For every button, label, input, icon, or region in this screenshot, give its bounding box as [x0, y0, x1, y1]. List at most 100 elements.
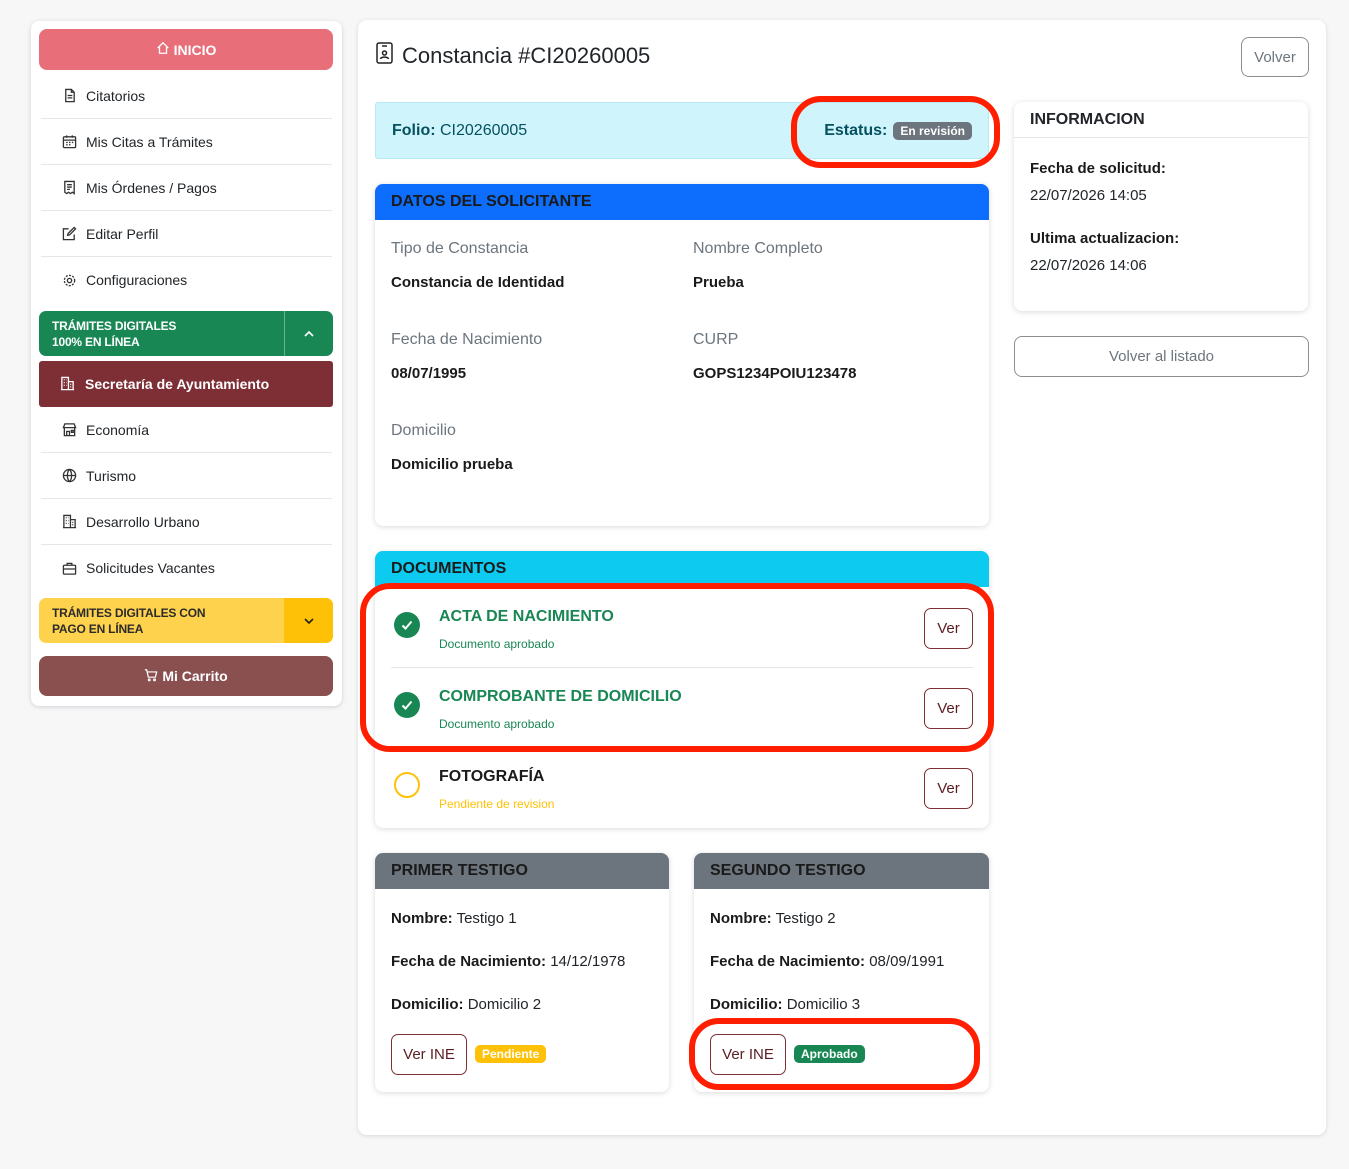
document-row: FOTOGRAFÍA Pendiente de revision Ver	[391, 748, 973, 828]
witness-card-header: SEGUNDO TESTIGO	[694, 853, 989, 889]
document-row: ACTA DE NACIMIENTO Documento aprobado Ve…	[391, 588, 973, 668]
sidebar: INICIO Citatorios Mis Citas a Trámites M…	[31, 21, 342, 706]
witness-name: Nombre: Testigo 2	[710, 910, 836, 927]
witness-name: Nombre: Testigo 1	[391, 910, 517, 927]
sidebar-item-solicitudes-vacantes[interactable]: Solicitudes Vacantes	[41, 545, 332, 591]
id-card-icon	[376, 42, 393, 70]
cart-button[interactable]: Mi Carrito	[39, 656, 333, 696]
last-update-label: Ultima actualizacion:	[1030, 230, 1180, 247]
chevron-down-icon[interactable]	[284, 598, 333, 643]
sidebar-item-ordenes[interactable]: Mis Órdenes / Pagos	[41, 165, 332, 211]
request-date-value: 22/07/2026 14:05	[1030, 187, 1147, 204]
info-card: INFORMACION Fecha de solicitud: 22/07/20…	[1014, 102, 1308, 311]
field-label: Domicilio	[391, 422, 456, 439]
field-label: Nombre Completo	[693, 240, 823, 257]
sidebar-item-desarrollo-urbano[interactable]: Desarrollo Urbano	[41, 499, 332, 545]
sidebar-item-secretaria[interactable]: Secretaría de Ayuntamiento	[39, 361, 333, 407]
check-circle-icon	[394, 612, 420, 638]
section-tramites-pago[interactable]: TRÁMITES DIGITALES CON PAGO EN LÍNEA	[39, 598, 333, 643]
document-status: Documento aprobado	[439, 637, 555, 651]
field-value: Domicilio prueba	[391, 456, 513, 473]
view-document-button[interactable]: Ver	[924, 688, 973, 729]
main-panel: Constancia #CI20260005 Volver Folio: CI2…	[358, 20, 1326, 1135]
status: Estatus: En revisión	[824, 122, 972, 140]
section-label: TRÁMITES DIGITALES 100% EN LÍNEA	[52, 319, 177, 349]
cart-label: Mi Carrito	[162, 668, 228, 684]
field-label: Fecha de Nacimiento	[391, 331, 543, 348]
witness-card-header: PRIMER TESTIGO	[375, 853, 669, 889]
document-status: Documento aprobado	[439, 717, 555, 731]
globe-icon	[61, 468, 77, 484]
sidebar-item-citatorios[interactable]: Citatorios	[41, 73, 332, 119]
home-icon	[156, 41, 170, 58]
folio-alert: Folio: CI20260005 Estatus: En revisión	[375, 102, 989, 159]
shop-icon	[61, 422, 77, 438]
back-to-list-button[interactable]: Volver al listado	[1014, 336, 1309, 377]
sidebar-item-label: Configuraciones	[86, 272, 188, 288]
view-ine-button[interactable]: Ver INE	[391, 1034, 467, 1075]
witness-birthdate: Fecha de Nacimiento: 08/09/1991	[710, 953, 945, 970]
document-row: COMPROBANTE DE DOMICILIO Documento aprob…	[391, 668, 973, 748]
building-icon	[61, 514, 77, 530]
pending-circle-icon	[394, 772, 420, 798]
documents-card: DOCUMENTOS ACTA DE NACIMIENTO Documento …	[375, 551, 989, 828]
sidebar-item-label: Editar Perfil	[86, 225, 159, 242]
folio: Folio: CI20260005	[392, 122, 528, 139]
sidebar-item-turismo[interactable]: Turismo	[41, 453, 332, 499]
document-icon	[61, 88, 77, 104]
field-value: 08/07/1995	[391, 365, 467, 382]
gear-icon	[61, 272, 77, 288]
document-title: FOTOGRAFÍA	[439, 768, 545, 785]
inicio-button[interactable]: INICIO	[39, 29, 333, 70]
back-button[interactable]: Volver	[1241, 37, 1309, 77]
sidebar-subnav: Economía Turismo Desarrollo Urbano Solic…	[41, 407, 332, 591]
sidebar-item-configuraciones[interactable]: Configuraciones	[41, 257, 332, 303]
witness-birthdate: Fecha de Nacimiento: 14/12/1978	[391, 953, 626, 970]
check-circle-icon	[394, 692, 420, 718]
request-date-label: Fecha de solicitud:	[1030, 160, 1166, 177]
section-tramites-en-linea[interactable]: TRÁMITES DIGITALES 100% EN LÍNEA	[39, 311, 333, 356]
sidebar-item-label: Mis Órdenes / Pagos	[86, 179, 217, 196]
sidebar-item-citas[interactable]: Mis Citas a Trámites	[41, 119, 332, 165]
last-update-value: 22/07/2026 14:06	[1030, 257, 1147, 274]
second-witness-card: SEGUNDO TESTIGO Nombre: Testigo 2 Fecha …	[694, 853, 989, 1092]
chevron-up-icon[interactable]	[284, 311, 333, 356]
status-badge: En revisión	[893, 122, 972, 140]
applicant-card: DATOS DEL SOLICITANTE Tipo de Constancia…	[375, 184, 989, 526]
edit-icon	[61, 226, 77, 242]
field-value: GOPS1234POIU123478	[693, 365, 857, 382]
field-value: Prueba	[693, 274, 744, 291]
view-document-button[interactable]: Ver	[924, 768, 973, 809]
witness-address: Domicilio: Domicilio 2	[391, 996, 542, 1013]
briefcase-icon	[61, 560, 77, 576]
section-label: TRÁMITES DIGITALES CON PAGO EN LÍNEA	[52, 606, 206, 636]
field-label: CURP	[693, 331, 739, 348]
sidebar-item-label: Citatorios	[86, 87, 146, 104]
info-card-header: INFORMACION	[1014, 102, 1308, 138]
sidebar-item-economia[interactable]: Economía	[41, 407, 332, 453]
document-title: ACTA DE NACIMIENTO	[439, 608, 614, 625]
first-witness-card: PRIMER TESTIGO Nombre: Testigo 1 Fecha d…	[375, 853, 669, 1092]
sidebar-nav: Citatorios Mis Citas a Trámites Mis Órde…	[41, 73, 332, 303]
sidebar-item-label: Turismo	[86, 467, 137, 484]
inicio-label: INICIO	[173, 41, 217, 58]
field-value: Constancia de Identidad	[391, 274, 565, 291]
sidebar-item-label: Secretaría de Ayuntamiento	[85, 376, 270, 392]
document-title: COMPROBANTE DE DOMICILIO	[439, 688, 682, 705]
view-ine-button[interactable]: Ver INE	[710, 1034, 786, 1075]
sidebar-item-editar-perfil[interactable]: Editar Perfil	[41, 211, 332, 257]
documents-card-header: DOCUMENTOS	[375, 551, 989, 587]
status-badge: Aprobado	[794, 1045, 865, 1063]
document-status: Pendiente de revision	[439, 797, 555, 811]
cart-icon	[144, 668, 158, 685]
receipt-icon	[61, 180, 77, 196]
status-badge: Pendiente	[475, 1045, 547, 1063]
sidebar-item-label: Economía	[86, 421, 150, 438]
calendar-icon	[61, 134, 77, 150]
building-icon	[60, 376, 76, 392]
sidebar-item-label: Solicitudes Vacantes	[86, 560, 215, 576]
witness-address: Domicilio: Domicilio 3	[710, 996, 861, 1013]
sidebar-item-label: Desarrollo Urbano	[86, 513, 200, 530]
view-document-button[interactable]: Ver	[924, 608, 973, 649]
field-label: Tipo de Constancia	[391, 240, 529, 257]
